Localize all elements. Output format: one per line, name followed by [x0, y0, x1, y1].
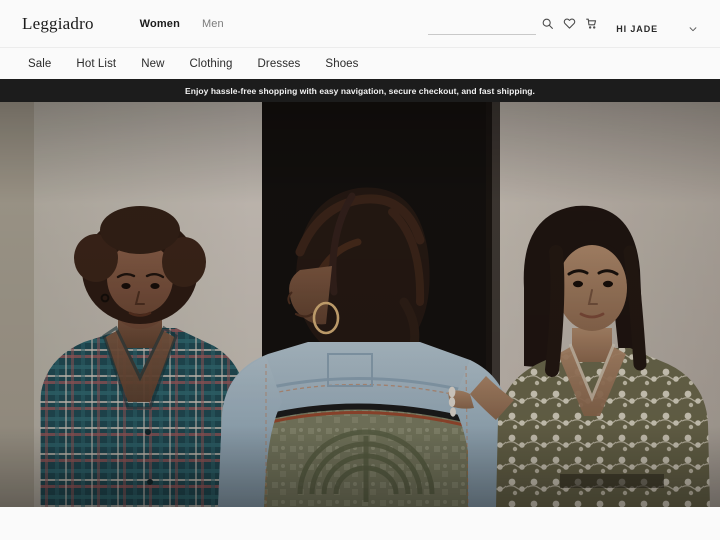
search-input[interactable] [428, 15, 537, 35]
site-header: Leggiadro Women Men HI JADE [0, 0, 720, 47]
user-greeting[interactable]: HI JADE [616, 24, 658, 34]
hero-illustration [0, 102, 720, 507]
category-nav-item-dresses[interactable]: Dresses [258, 58, 301, 70]
storefront-page: Leggiadro Women Men HI JADE Sale Hot Lis… [0, 0, 720, 540]
category-nav-item-hot-list[interactable]: Hot List [76, 58, 116, 70]
chevron-down-icon[interactable] [688, 24, 698, 34]
below-fold-area [0, 507, 720, 540]
user-menu[interactable]: HI JADE [616, 24, 698, 35]
wishlist-heart-icon[interactable] [558, 13, 580, 35]
category-nav-item-sale[interactable]: Sale [28, 58, 51, 70]
search-field-wrapper [428, 15, 537, 35]
category-nav-item-shoes[interactable]: Shoes [325, 58, 358, 70]
category-nav-item-clothing[interactable]: Clothing [190, 58, 233, 70]
primary-nav-item-men[interactable]: Men [202, 18, 224, 30]
category-nav-item-new[interactable]: New [141, 58, 164, 70]
category-nav: Sale Hot List New Clothing Dresses Shoes [0, 48, 720, 79]
primary-nav: Women Men [140, 18, 224, 30]
search-icon[interactable] [536, 13, 558, 35]
primary-nav-item-women[interactable]: Women [140, 18, 180, 30]
cart-icon[interactable] [580, 13, 602, 35]
announcement-banner: Enjoy hassle-free shopping with easy nav… [0, 79, 720, 102]
header-actions: HI JADE [428, 13, 698, 35]
hero-banner-image[interactable] [0, 102, 720, 507]
site-logo[interactable]: Leggiadro [22, 14, 94, 34]
announcement-text: Enjoy hassle-free shopping with easy nav… [185, 85, 535, 96]
